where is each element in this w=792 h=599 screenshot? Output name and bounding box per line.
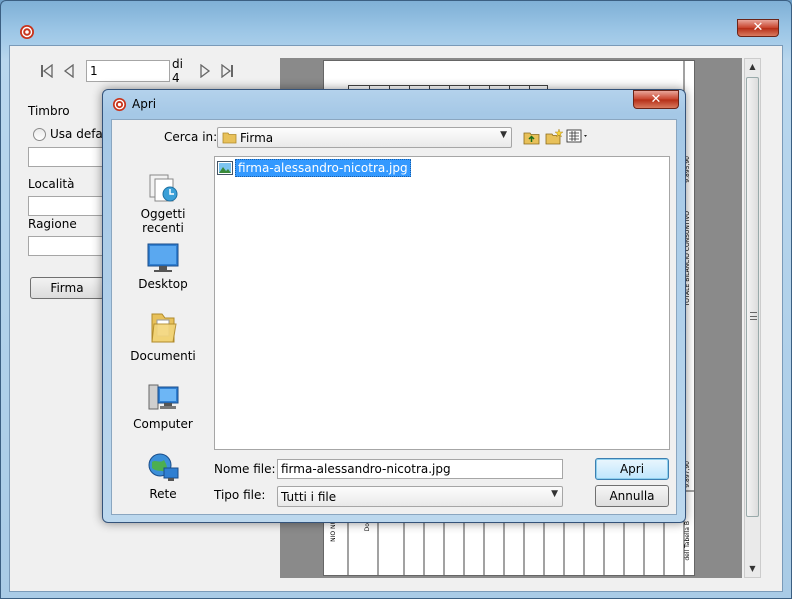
place-oggetti-recenti[interactable]: Oggetti recenti (118, 170, 208, 235)
place-label: Desktop (138, 277, 188, 291)
computer-icon (148, 384, 179, 410)
preview-scrollbar[interactable]: ▲ ▼ (744, 58, 761, 578)
ragione-field[interactable] (28, 236, 108, 256)
place-label: Oggetti recenti (140, 207, 186, 235)
look-in-label: Cerca in: (164, 130, 218, 144)
image-file-icon (217, 161, 233, 175)
file-type-value: Tutti i file (281, 490, 337, 504)
file-type-label: Tipo file: (214, 488, 266, 502)
documents-icon (151, 313, 177, 343)
recent-places-icon (149, 174, 178, 202)
file-name-label: Nome file: (214, 462, 276, 476)
localita-field[interactable] (28, 196, 108, 216)
chevron-down-icon: ▼ (551, 489, 558, 499)
places-bar: Oggetti recenti Desktop Documenti Comput… (118, 156, 208, 508)
next-page-icon (200, 64, 211, 78)
timbro-label: Timbro (28, 104, 70, 118)
look-in-value: Firma (240, 131, 274, 145)
last-page-icon (221, 64, 233, 78)
cancel-button[interactable]: Annulla (595, 485, 669, 507)
new-folder-icon (545, 128, 564, 145)
close-icon: ✕ (650, 92, 662, 107)
place-computer[interactable]: Computer (118, 382, 208, 431)
dialog-title: Apri (132, 97, 157, 111)
page-total-label: di 4 (172, 57, 183, 85)
last-page-button[interactable] (216, 60, 238, 82)
page-number-input[interactable] (86, 60, 170, 82)
localita-label: Località (28, 177, 75, 191)
app-icon (20, 25, 34, 39)
place-desktop[interactable]: Desktop (118, 242, 208, 291)
place-documenti[interactable]: Documenti (118, 310, 208, 363)
place-label: Computer (133, 417, 193, 431)
app-icon (112, 97, 127, 112)
main-close-button[interactable]: ✕ (737, 19, 779, 37)
first-page-button[interactable] (36, 60, 58, 82)
page-navigation: di 4 (36, 57, 238, 85)
file-type-combo[interactable]: Tutti i file ▼ (277, 486, 563, 507)
ragione-label: Ragione (28, 217, 77, 231)
place-rete[interactable]: Rete (118, 450, 208, 501)
file-name-input[interactable] (277, 459, 563, 479)
scroll-down-icon[interactable]: ▼ (745, 561, 760, 577)
dialog-client-area: Cerca in: Firma ▼ Oggetti recenti Deskto… (111, 119, 677, 515)
network-icon (148, 453, 179, 481)
file-item[interactable]: firma-alessandro-nicotra.jpg (217, 159, 411, 177)
place-label: Rete (149, 487, 177, 501)
folder-icon (222, 132, 237, 144)
file-list[interactable]: firma-alessandro-nicotra.jpg (214, 156, 670, 450)
place-label: Documenti (130, 349, 196, 363)
view-menu-icon (566, 129, 587, 143)
timbro-field[interactable] (28, 147, 108, 167)
desktop-icon (147, 243, 179, 272)
dialog-close-button[interactable]: ✕ (633, 90, 679, 109)
scrollbar-thumb[interactable] (746, 77, 759, 517)
next-page-button[interactable] (194, 60, 216, 82)
open-dialog: Apri ✕ Cerca in: Firma ▼ Oggetti recenti… (102, 89, 686, 523)
file-name: firma-alessandro-nicotra.jpg (235, 159, 411, 177)
grip-icon (750, 312, 757, 320)
prev-page-icon (63, 64, 74, 78)
look-in-combo[interactable]: Firma ▼ (217, 127, 512, 148)
new-folder-button[interactable] (544, 128, 564, 147)
open-button[interactable]: Apri (595, 458, 669, 480)
view-menu-button[interactable] (566, 129, 590, 147)
usa-default-radio[interactable] (33, 128, 46, 141)
scroll-up-icon[interactable]: ▲ (745, 59, 760, 75)
up-folder-icon (523, 132, 540, 145)
firma-button[interactable]: Firma (30, 277, 104, 299)
up-folder-button[interactable] (522, 129, 542, 147)
close-icon: ✕ (752, 20, 764, 35)
prev-page-button[interactable] (58, 60, 80, 82)
chevron-down-icon: ▼ (500, 130, 507, 140)
first-page-icon (41, 64, 53, 78)
